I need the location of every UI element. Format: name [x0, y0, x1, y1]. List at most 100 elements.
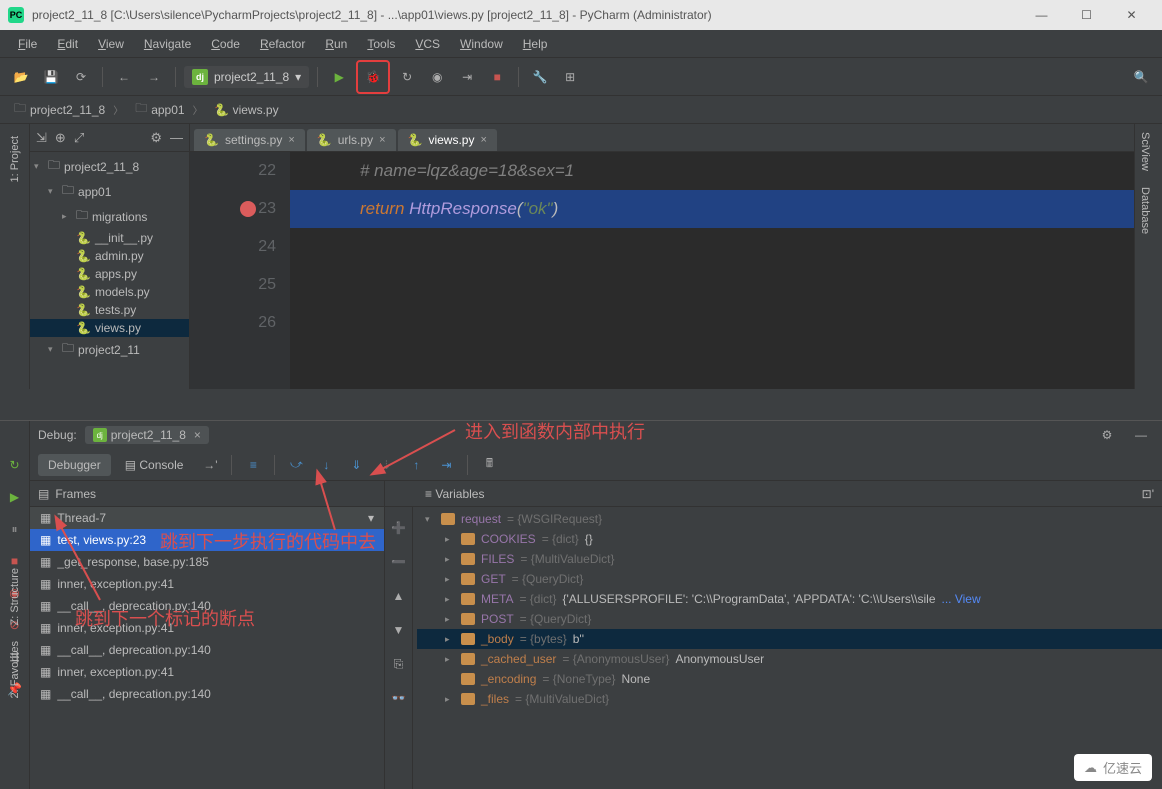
crumb-project2_11_8[interactable]: 🗀project2_11_8: [8, 97, 129, 122]
refresh-icon[interactable]: ⟳: [68, 64, 94, 90]
back-icon[interactable]: ←: [111, 64, 137, 90]
frame-item[interactable]: ▦inner, exception.py:41: [30, 661, 384, 683]
variable-item[interactable]: ▸POST = {QueryDict}: [417, 609, 1162, 629]
menu-help[interactable]: Help: [513, 33, 558, 55]
menu-edit[interactable]: Edit: [47, 33, 88, 55]
search-icon[interactable]: 🔍: [1128, 64, 1154, 90]
editor-gutter[interactable]: 2223242526: [190, 152, 290, 389]
frames-list[interactable]: ▦test, views.py:23▦_get_response, base.p…: [30, 529, 384, 789]
rerun-icon[interactable]: ↻: [3, 453, 27, 477]
menu-tools[interactable]: Tools: [357, 33, 405, 55]
frame-item[interactable]: ▦inner, exception.py:41: [30, 573, 384, 595]
profile-icon[interactable]: ◉: [424, 64, 450, 90]
coverage-icon[interactable]: ↻: [394, 64, 420, 90]
hide-icon[interactable]: —: [170, 130, 183, 145]
variable-item[interactable]: ▸META = {dict} {'ALLUSERSPROFILE': 'C:\\…: [417, 589, 1162, 609]
force-step-into-icon[interactable]: ⇓: [343, 452, 369, 478]
menu-refactor[interactable]: Refactor: [250, 33, 315, 55]
menu-vcs[interactable]: VCS: [405, 33, 450, 55]
close-icon[interactable]: ×: [194, 428, 201, 442]
remove-watch-icon[interactable]: ➖: [386, 549, 412, 575]
resume-icon[interactable]: ▶: [3, 485, 27, 509]
tree-item[interactable]: ▸🗀migrations: [30, 204, 189, 229]
close-icon[interactable]: ×: [480, 134, 486, 146]
variable-item[interactable]: ▸FILES = {MultiValueDict}: [417, 549, 1162, 569]
editor-tab-urls.py[interactable]: 🐍urls.py×: [307, 129, 396, 151]
menu-view[interactable]: View: [88, 33, 134, 55]
select-opened-icon[interactable]: ⊕: [55, 130, 66, 146]
run-icon[interactable]: ▶: [326, 64, 352, 90]
variable-item[interactable]: ▸COOKIES = {dict} {}: [417, 529, 1162, 549]
minimize-button[interactable]: —: [1019, 0, 1064, 30]
code-line-25[interactable]: [290, 266, 1134, 304]
stop-icon[interactable]: ■: [484, 64, 510, 90]
code-line-23[interactable]: return HttpResponse("ok"): [290, 190, 1134, 228]
variable-item[interactable]: ▸_files = {MultiValueDict}: [417, 689, 1162, 709]
editor-code[interactable]: # name=lqz&age=18&sex=1return HttpRespon…: [290, 152, 1134, 389]
tree-item[interactable]: 🐍models.py: [30, 283, 189, 301]
evaluate-icon[interactable]: 🖩: [476, 452, 502, 478]
tree-item[interactable]: ▾🗀project2_11: [30, 337, 189, 362]
breakpoint-icon[interactable]: [240, 201, 256, 217]
restore-icon[interactable]: ⊡': [1142, 487, 1154, 501]
frame-item[interactable]: ▦__call__, deprecation.py:140: [30, 683, 384, 705]
close-button[interactable]: ✕: [1109, 0, 1154, 30]
up-icon[interactable]: ▲: [386, 583, 412, 609]
maximize-button[interactable]: ☐: [1064, 0, 1109, 30]
editor-tab-views.py[interactable]: 🐍views.py×: [398, 129, 497, 151]
menu-run[interactable]: Run: [315, 33, 357, 55]
tree-item[interactable]: ▾🗀app01: [30, 179, 189, 204]
gear-icon[interactable]: ⚙: [150, 130, 162, 146]
attach-icon[interactable]: ⇥: [454, 64, 480, 90]
down-icon[interactable]: ▼: [386, 617, 412, 643]
tree-item[interactable]: 🐍admin.py: [30, 247, 189, 265]
step-into-mycode-icon[interactable]: ⇣: [373, 452, 399, 478]
crumb-views.py[interactable]: 🐍views.py: [209, 101, 293, 119]
menu-navigate[interactable]: Navigate: [134, 33, 201, 55]
forward-icon[interactable]: →: [141, 64, 167, 90]
tree-item[interactable]: 🐍__init__.py: [30, 229, 189, 247]
favorites-tab[interactable]: 2: Favorites: [5, 633, 25, 706]
structure-tab[interactable]: Z: Structure: [5, 560, 25, 633]
debug-run-config[interactable]: dj project2_11_8 ×: [85, 426, 209, 444]
frame-item[interactable]: ▦test, views.py:23: [30, 529, 384, 551]
project-tree[interactable]: ▾🗀project2_11_8▾🗀app01▸🗀migrations🐍__ini…: [30, 152, 189, 364]
code-line-26[interactable]: [290, 304, 1134, 342]
expand-icon[interactable]: ⤢: [74, 130, 84, 146]
save-icon[interactable]: 💾: [38, 64, 64, 90]
close-icon[interactable]: ×: [288, 134, 294, 146]
step-out-icon[interactable]: ↑: [403, 452, 429, 478]
frame-item[interactable]: ▦_get_response, base.py:185: [30, 551, 384, 573]
debugger-tab[interactable]: Debugger: [38, 454, 111, 476]
structure-icon[interactable]: ⊞: [557, 64, 583, 90]
debug-button-highlighted[interactable]: 🐞: [356, 60, 390, 94]
variable-item[interactable]: ▸GET = {QueryDict}: [417, 569, 1162, 589]
open-icon[interactable]: 📂: [8, 64, 34, 90]
menu-window[interactable]: Window: [450, 33, 513, 55]
project-tab[interactable]: 1: Project: [5, 128, 25, 190]
tree-item[interactable]: 🐍apps.py: [30, 265, 189, 283]
variable-item[interactable]: _encoding = {NoneType} None: [417, 669, 1162, 689]
variable-item[interactable]: ▸_body = {bytes} b'': [417, 629, 1162, 649]
frame-item[interactable]: ▦__call__, deprecation.py:140: [30, 639, 384, 661]
editor-tab-settings.py[interactable]: 🐍settings.py×: [194, 129, 305, 151]
glasses-icon[interactable]: 👓: [386, 685, 412, 711]
variables-list[interactable]: ▾request = {WSGIRequest} ▸COOKIES = {dic…: [385, 507, 1162, 789]
hide-icon[interactable]: —: [1128, 422, 1154, 448]
pause-icon[interactable]: ⏸: [3, 517, 27, 541]
step-into-icon[interactable]: ↓: [313, 452, 339, 478]
console-tab[interactable]: ▤ Console: [115, 454, 194, 476]
collapse-icon[interactable]: ⇲: [36, 130, 47, 146]
code-line-24[interactable]: [290, 228, 1134, 266]
new-watch-icon[interactable]: ➕: [386, 515, 412, 541]
menu-file[interactable]: File: [8, 33, 47, 55]
run-to-cursor-icon[interactable]: ⇥: [433, 452, 459, 478]
code-line-22[interactable]: # name=lqz&age=18&sex=1: [290, 152, 1134, 190]
run-config-selector[interactable]: dj project2_11_8 ▾: [184, 66, 309, 88]
variable-item[interactable]: ▸_cached_user = {AnonymousUser} Anonymou…: [417, 649, 1162, 669]
database-tab[interactable]: Database: [1135, 179, 1155, 242]
tree-item[interactable]: 🐍views.py: [30, 319, 189, 337]
frame-item[interactable]: ▦inner, exception.py:41: [30, 617, 384, 639]
tree-item[interactable]: 🐍tests.py: [30, 301, 189, 319]
debug-icon[interactable]: 🐞: [360, 64, 386, 90]
